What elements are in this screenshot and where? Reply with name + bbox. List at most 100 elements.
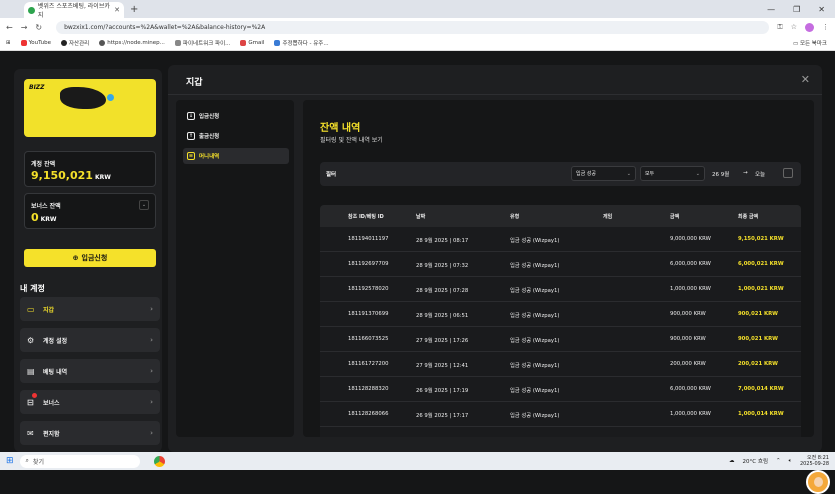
sidebar-item-label: 베팅 내역 [43,368,68,376]
gmail-icon [240,40,247,46]
type-select[interactable]: 입금 성공 ⌄ [571,166,636,181]
clock[interactable]: 오전 8:21 2025-09-28 [800,455,829,467]
amount-cell: 6,000,000 KRW [670,386,711,392]
column-header: 금액 [670,214,680,220]
date-cell: 28 9월 2025 | 07:28 [416,288,469,294]
bookmark-label: 자산관리 [68,41,90,47]
amount-cell: 1,000,000 KRW [670,286,711,292]
page: BIZZ 계정 잔액 9,150,021 KRW 보너스 잔액 ⌄ 0 KRW ⊕ 입… [0,51,835,494]
ref-id-cell: 181191370699 [348,311,389,317]
column-header: 게임 [603,214,613,220]
tab-close-icon[interactable]: ✕ [114,6,120,14]
bookmark-star-icon[interactable]: ☆ [791,23,797,32]
filter-bar: 필터 입금 성공 ⌄ 모두 ⌄ 26 9월 → 오늘 [320,162,801,186]
window-close-icon[interactable]: ✕ [818,5,825,14]
address-bar: ← → ↻ bwzxix1.com/?accounts=%2A&wallet=%… [0,18,835,36]
mail-icon: ✉ [27,428,34,438]
sidebar-item-label: 계정 설정 [43,337,68,345]
type-cell: 입금 성공 (Wizpay1) [510,263,560,269]
browser-tab[interactable]: 벳위즈 스포츠베팅, 라이브카지 ✕ [24,2,124,19]
windows-start-icon[interactable]: ⊞ [6,456,14,466]
chrome-icon[interactable] [153,455,165,467]
deposit-button[interactable]: ⊕ 입금신청 [24,249,156,267]
receipt-icon: ▤ [27,366,35,376]
balance-unit: KRW [94,174,111,181]
support-avatar[interactable] [806,470,830,494]
history-icon: ≡ [187,152,195,160]
more-menu-icon[interactable]: ⋮ [822,23,829,32]
calendar-icon[interactable] [783,168,793,178]
ref-id-cell: 181128288320 [348,386,389,392]
subnav-money-history[interactable]: ≡ 머니내역 [183,148,289,164]
all-bookmarks[interactable]: ▭ 모든 북마크 [793,39,835,47]
promo-dot-icon [107,94,114,101]
chevron-down-icon[interactable]: ⌄ [139,200,149,210]
column-header: 최종 금액 [738,214,759,220]
bonus-value: 0 KRW [31,211,57,224]
sidebar-item-wallet[interactable]: ▭ 지갑 › [20,297,160,321]
sidebar-item-inbox[interactable]: ✉ 편지함 › [20,421,160,445]
restore-icon[interactable]: ❐ [793,5,800,14]
date-from[interactable]: 26 9월 [712,170,729,178]
weather-text[interactable]: 20°C 흐림 [743,457,768,465]
forward-icon[interactable]: → [21,23,28,32]
back-icon[interactable]: ← [6,23,13,32]
chevron-down-icon: ⌄ [626,170,631,177]
bookmark-gmail[interactable]: Gmail [240,40,264,46]
taskbar-search[interactable]: ⌕ 찾기 [19,454,140,468]
bookmark-video[interactable]: 주정뽑하다 - 유주... [274,39,329,47]
sidebar-item-bonus[interactable]: ⊟ 보너스 › [20,390,160,414]
wallet-subnav: ↓ 입금신청 ↑ 출금신청 ≡ 머니내역 [176,100,294,437]
table-row: 181128288320 26 9월 2025 | 17:19 입금 성공 (Wiz… [320,377,801,402]
type-cell: 입금 성공 (Wizpay1) [510,238,560,244]
bookmark-asset[interactable]: 자산관리 [60,39,90,47]
date-cell: 28 9월 2025 | 07:32 [416,263,469,269]
url-field[interactable]: bwzxix1.com/?accounts=%2A&wallet=%2A&bal… [56,20,770,34]
youtube-icon [20,40,27,46]
password-key-icon[interactable]: ⚿ [777,23,782,32]
gear-icon: ⚙ [27,335,35,345]
minimize-icon[interactable]: — [767,5,775,14]
final-amount-cell: 1,000,021 KRW [738,286,784,292]
new-tab-icon[interactable]: + [130,4,138,15]
asset-icon [60,40,67,46]
scope-select[interactable]: 모두 ⌄ [640,166,705,181]
bookmark-label: 파이네트워크 파이... [182,41,231,47]
profile-avatar[interactable] [805,22,814,32]
plus-circle-icon: ⊕ [72,254,79,262]
promo-artwork [60,87,106,109]
table-row: 181191370699 28 9월 2025 | 06:51 입금 성공 (Wiz… [320,302,801,327]
volume-icon[interactable]: 🔈︎ [789,458,792,465]
apps-grid-icon[interactable]: ⊞ [6,40,11,46]
close-icon[interactable]: ✕ [801,73,810,86]
type-cell: 입금 성공 (Wizpay1) [510,363,560,369]
reload-icon[interactable]: ↻ [35,23,42,32]
search-icon: ⌕ [25,457,29,464]
table-header: 참조 ID/베팅 ID 날짜 유형 게임 금액 최종 금액 [320,205,801,227]
avatar-face [814,477,823,487]
window-controls: — ❐ ✕ [767,5,835,14]
bookmark-label: Gmail [248,40,265,46]
table-row: 181128268066 26 9월 2025 | 17:17 입금 성공 (Wiz… [320,402,801,427]
promo-banner[interactable]: BIZZ [24,79,156,137]
bookmark-youtube[interactable]: YouTube [20,40,51,46]
wallet-modal: 지갑 ✕ ↓ 입금신청 ↑ 출금신청 ≡ 머니내역 잔액 내역 필터링 및 잔액… [168,65,822,452]
history-table: 참조 ID/베팅 ID 날짜 유형 게임 금액 최종 금액 1811940111… [320,205,801,437]
scope-select-value: 모두 [645,171,655,177]
tab-title: 벳위즈 스포츠베팅, 라이브카지 [37,3,110,19]
type-cell: 입금 성공 (Wizpay1) [510,338,560,344]
chevron-down-icon: ⌄ [695,170,700,177]
tray-chevron-icon[interactable]: ⌃ [776,458,781,464]
sidebar-item-settings[interactable]: ⚙ 계정 설정 › [20,328,160,352]
subnav-deposit[interactable]: ↓ 입금신청 [183,108,289,124]
play-icon [274,40,281,46]
deposit-button-label: 입금신청 [81,254,108,262]
date-to[interactable]: 오늘 [755,170,765,178]
bookmark-node[interactable]: https://node.minep... [99,40,165,46]
bookmark-label: 주정뽑하다 - 유주... [282,41,329,47]
subnav-label: 입금신청 [199,114,220,120]
sidebar-item-bet-history[interactable]: ▤ 베팅 내역 › [20,359,160,383]
subnav-withdraw[interactable]: ↑ 출금신청 [183,128,289,144]
ref-id-cell: 181161727200 [348,361,389,367]
bookmark-pi[interactable]: 파이네트워크 파이... [174,39,231,47]
